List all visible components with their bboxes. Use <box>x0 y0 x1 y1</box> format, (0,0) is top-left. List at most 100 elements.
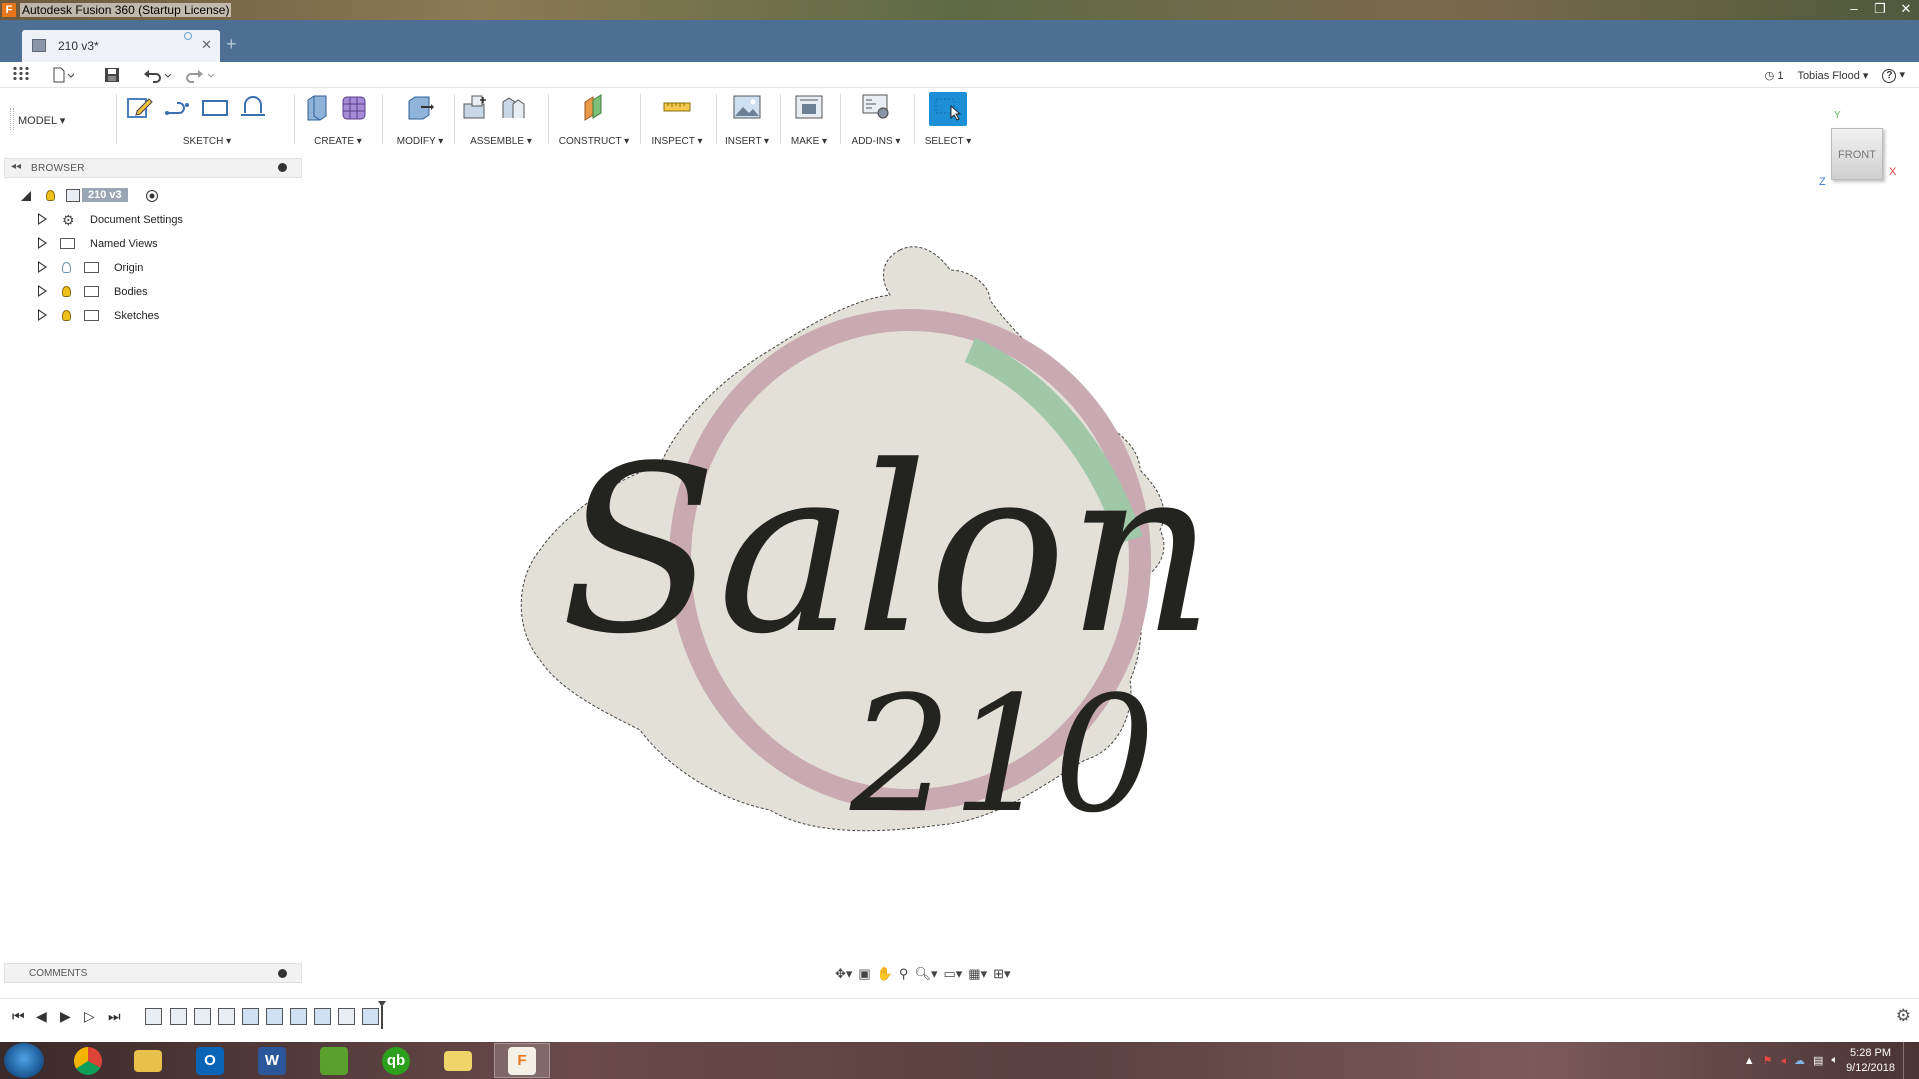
action-center-flag-icon[interactable]: ⚑ <box>1763 1054 1773 1067</box>
grid-settings-icon[interactable]: ▦▾ <box>968 966 987 982</box>
timeline-extrude-feature[interactable] <box>266 1008 283 1025</box>
add-comment-icon[interactable] <box>278 969 287 978</box>
expand-triangle-icon[interactable] <box>38 213 47 225</box>
go-to-start-icon[interactable]: ⏮ <box>12 1008 25 1025</box>
construct-menu[interactable]: CONSTRUCT ▾ <box>556 136 632 147</box>
rectangle-icon[interactable] <box>200 92 230 122</box>
timeline-extrude-feature[interactable] <box>242 1008 259 1025</box>
outlook-icon[interactable]: O <box>182 1043 238 1078</box>
browser-root-row[interactable]: 210 v3 <box>18 186 218 206</box>
measure-icon[interactable] <box>662 92 692 122</box>
folder-icon[interactable] <box>430 1043 486 1078</box>
visibility-bulb-icon[interactable] <box>62 310 71 321</box>
fit-icon[interactable]: 🔍︎▾ <box>914 966 937 982</box>
timeline-sketch-feature[interactable] <box>145 1008 162 1025</box>
minimize-button[interactable]: – <box>1841 0 1867 20</box>
expand-triangle-icon[interactable] <box>38 285 47 297</box>
browser-panel-header[interactable]: ◂◂ BROWSER <box>4 158 302 178</box>
root-component-label[interactable]: 210 v3 <box>82 188 128 202</box>
make-menu[interactable]: MAKE ▾ <box>786 136 832 147</box>
redo-icon[interactable] <box>186 67 216 83</box>
step-forward-icon[interactable]: ▷ <box>84 1008 95 1025</box>
data-panel-grid-icon[interactable] <box>12 66 30 82</box>
close-window-button[interactable]: ✕ <box>1893 0 1919 20</box>
new-component-icon[interactable] <box>460 92 490 122</box>
timeline-sketch-feature[interactable] <box>338 1008 355 1025</box>
visibility-bulb-icon[interactable] <box>62 286 71 297</box>
add-ins-menu[interactable]: ADD-INS ▾ <box>846 136 906 147</box>
job-status[interactable]: ◷ 1 <box>1765 69 1784 82</box>
browser-item-document-settings[interactable]: ⚙ Document Settings <box>38 210 258 230</box>
chrome-icon[interactable] <box>60 1043 116 1078</box>
zoom-icon[interactable]: ⚲ <box>899 966 909 982</box>
browser-item-origin[interactable]: Origin <box>38 258 258 278</box>
timeline-settings-gear-icon[interactable]: ⚙ <box>1896 1006 1911 1026</box>
file-explorer-icon[interactable] <box>120 1043 176 1078</box>
browser-item-bodies[interactable]: Bodies <box>38 282 258 302</box>
sketchup-layout-icon[interactable] <box>306 1043 362 1078</box>
timeline-extrude-feature[interactable] <box>314 1008 331 1025</box>
fusion-360-icon[interactable]: F <box>494 1043 550 1078</box>
timeline-extrude-feature[interactable] <box>362 1008 379 1025</box>
browser-item-sketches[interactable]: Sketches <box>38 306 258 326</box>
expand-triangle-icon[interactable] <box>38 237 47 249</box>
line-icon[interactable] <box>162 92 192 122</box>
look-at-icon[interactable]: ▣ <box>858 966 870 982</box>
inspect-menu[interactable]: INSPECT ▾ <box>648 136 706 147</box>
save-icon[interactable] <box>104 67 120 83</box>
press-pull-icon[interactable] <box>405 92 435 122</box>
3d-print-icon[interactable] <box>794 92 824 122</box>
new-tab-button[interactable]: + <box>226 34 237 55</box>
create-menu[interactable]: CREATE ▾ <box>302 136 374 147</box>
viewports-icon[interactable]: ⊞▾ <box>993 966 1010 982</box>
word-icon[interactable]: W <box>244 1043 300 1078</box>
assemble-menu[interactable]: ASSEMBLE ▾ <box>460 136 542 147</box>
show-hidden-icons-icon[interactable]: ▲ <box>1744 1055 1755 1067</box>
timeline-extrude-feature[interactable] <box>290 1008 307 1025</box>
finish-sketch-icon[interactable] <box>238 92 268 122</box>
timeline-sketch-feature[interactable] <box>194 1008 211 1025</box>
orbit-icon[interactable]: ✥▾ <box>835 966 852 982</box>
model-viewport[interactable]: Salon 210 <box>520 240 1280 860</box>
form-icon[interactable] <box>340 92 370 122</box>
document-tab[interactable]: 210 v3* ✕ <box>22 30 220 62</box>
timeline-sketch-feature[interactable] <box>170 1008 187 1025</box>
user-menu[interactable]: Tobias Flood ▾ <box>1797 69 1868 82</box>
create-sketch-icon[interactable] <box>124 92 154 122</box>
pin-icon[interactable] <box>278 163 287 172</box>
show-desktop-button[interactable] <box>1903 1042 1911 1079</box>
display-settings-icon[interactable]: ▭▾ <box>943 966 962 982</box>
scripts-addins-icon[interactable] <box>861 92 891 122</box>
view-cube[interactable]: FRONT Y X Z <box>1819 110 1896 188</box>
start-button[interactable] <box>4 1043 44 1078</box>
network-warning-icon[interactable]: ◂ <box>1781 1054 1787 1067</box>
modify-menu[interactable]: MODIFY ▾ <box>390 136 450 147</box>
timeline-marker[interactable] <box>378 1001 386 1029</box>
comments-panel-header[interactable]: COMMENTS <box>4 963 302 983</box>
browser-item-named-views[interactable]: Named Views <box>38 234 258 254</box>
volume-icon[interactable]: 🔈︎ <box>1831 1054 1838 1067</box>
quickbooks-icon[interactable]: qb <box>368 1043 424 1078</box>
help-menu[interactable]: ? ▾ <box>1882 68 1905 83</box>
extrude-icon[interactable] <box>302 92 332 122</box>
system-clock[interactable]: 5:28 PM 9/12/2018 <box>1846 1046 1895 1076</box>
onedrive-icon[interactable]: ☁ <box>1794 1054 1805 1067</box>
workspace-switcher[interactable]: MODEL ▾ <box>18 114 65 127</box>
visibility-bulb-icon[interactable] <box>62 262 71 273</box>
joint-icon[interactable] <box>498 92 528 122</box>
network-icon[interactable]: ▤ <box>1813 1054 1823 1067</box>
step-back-icon[interactable]: ◀ <box>36 1008 47 1025</box>
visibility-bulb-icon[interactable] <box>46 190 55 201</box>
activate-radio-icon[interactable] <box>146 190 158 202</box>
expanded-triangle-icon[interactable] <box>20 190 32 202</box>
pan-icon[interactable]: ✋ <box>877 966 893 982</box>
go-to-end-icon[interactable]: ⏭ <box>108 1008 121 1025</box>
close-tab-button[interactable]: ✕ <box>201 37 212 53</box>
expand-triangle-icon[interactable] <box>38 261 47 273</box>
timeline-sketch-feature[interactable] <box>218 1008 235 1025</box>
expand-triangle-icon[interactable] <box>38 309 47 321</box>
sketch-menu[interactable]: SKETCH ▾ <box>124 136 290 147</box>
file-menu-icon[interactable] <box>52 67 74 83</box>
select-menu[interactable]: SELECT ▾ <box>920 136 976 147</box>
insert-menu[interactable]: INSERT ▾ <box>722 136 772 147</box>
